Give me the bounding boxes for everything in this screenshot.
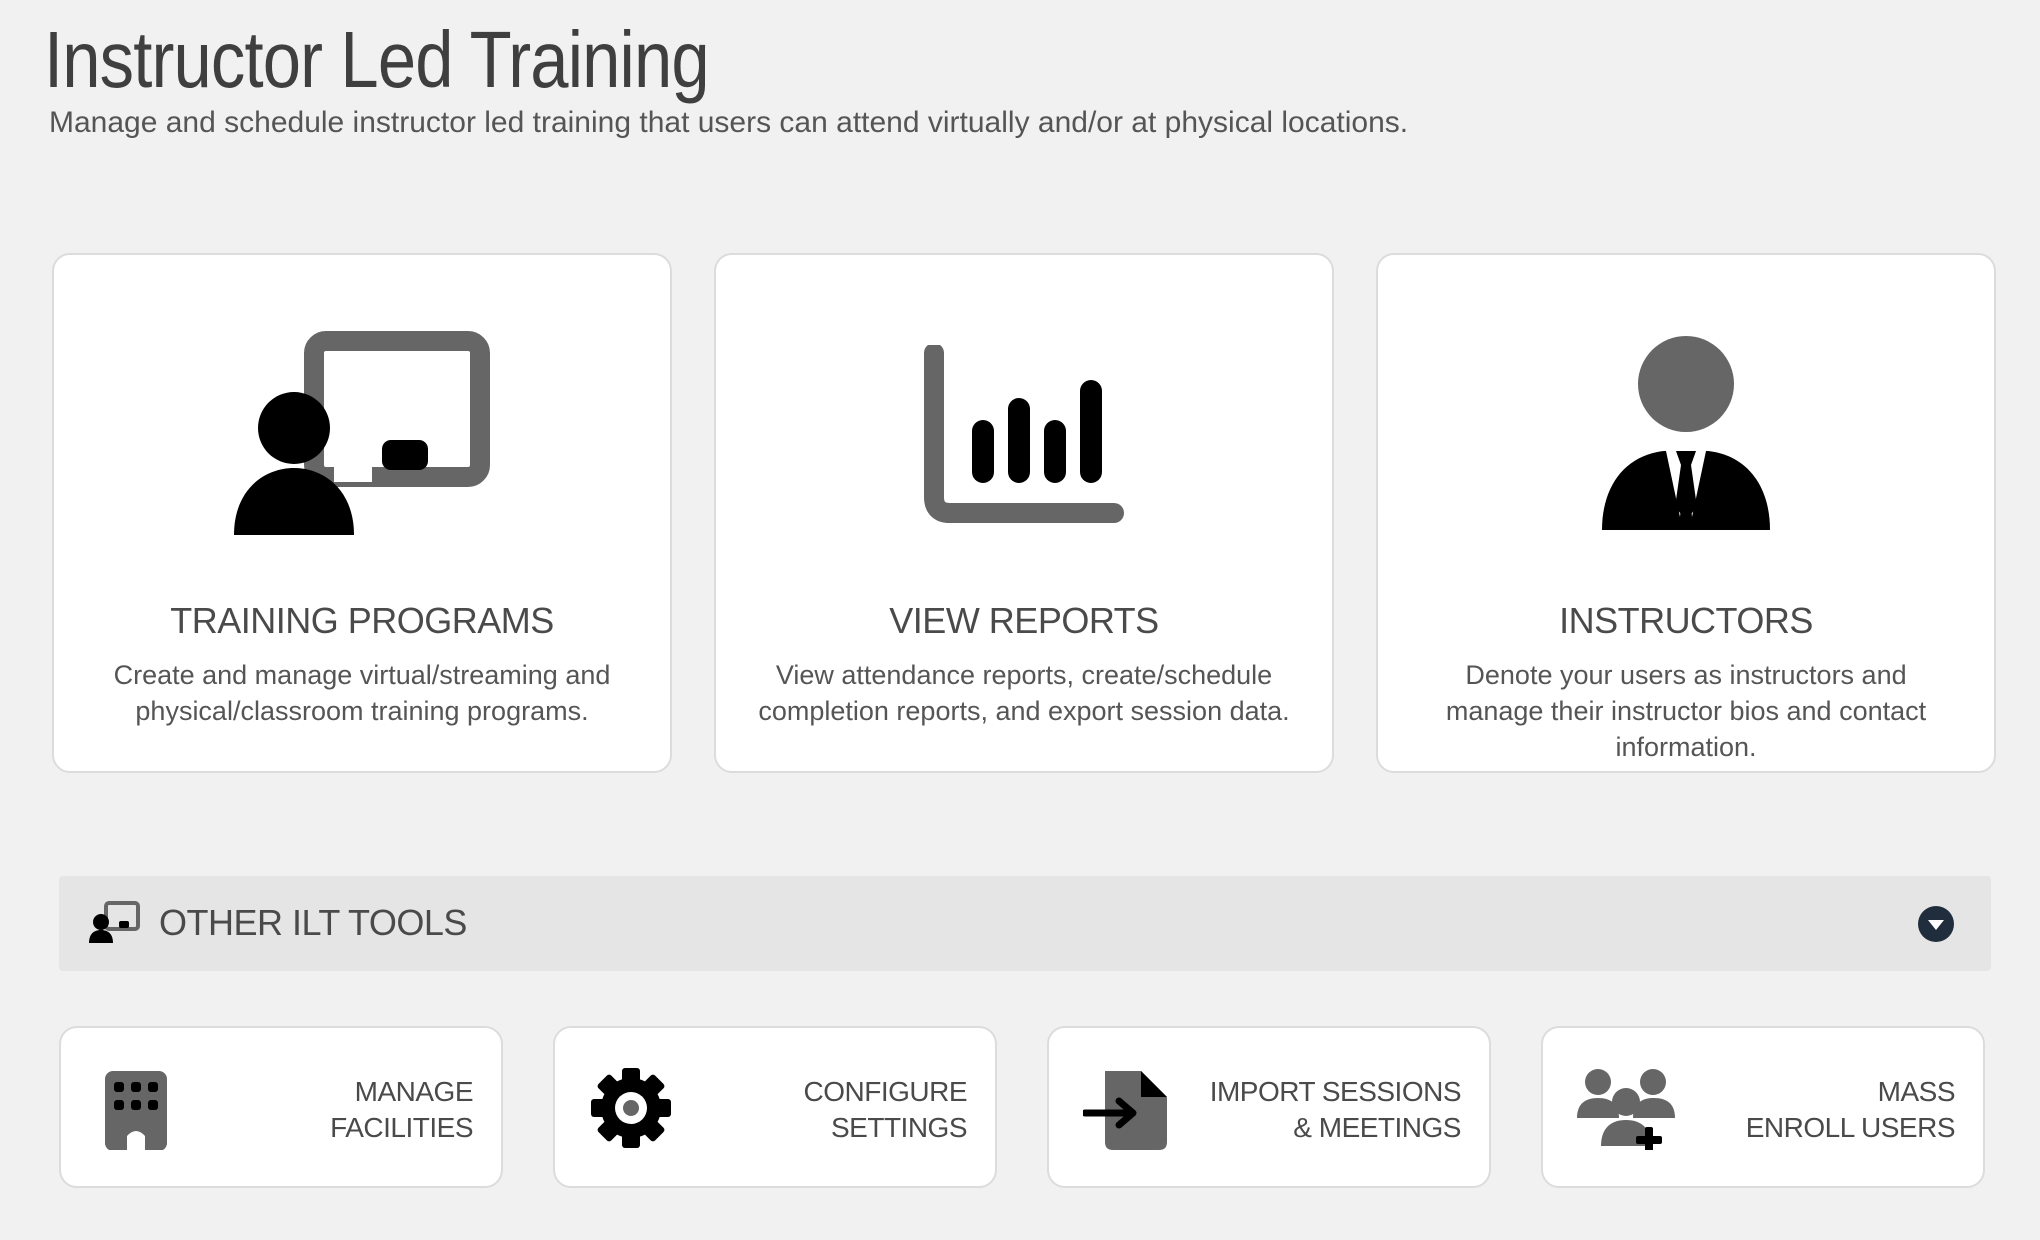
tool-label: IMPORT SESSIONS & MEETINGS [1209,1076,1462,1143]
configure-settings-button[interactable]: CONFIGURE SETTINGS [553,1026,997,1188]
main-cards: TRAINING PROGRAMS Create and manage virt… [52,253,1996,773]
page-subtitle: Manage and schedule instructor led train… [49,106,1409,139]
instructors-card[interactable]: INSTRUCTORS Denote your users as instruc… [1376,253,1996,773]
chevron-down-circle-icon[interactable] [1918,906,1954,942]
file-import-icon [1081,1066,1169,1155]
card-description: View attendance reports, create/schedule… [758,660,1290,726]
tool-label: MASS ENROLL USERS [1745,1076,1956,1143]
card-title: VIEW REPORTS [889,600,1159,641]
users-plus-icon [1577,1066,1681,1155]
tools-grid: MANAGE FACILITIES CONFIGURE SETTINGS IMP… [59,1026,1985,1188]
card-title: TRAINING PROGRAMS [170,600,554,641]
gear-icon [589,1066,673,1155]
page-title: Instructor Led Training [44,15,710,104]
user-tie-icon [1378,330,1994,540]
mass-enroll-users-button[interactable]: MASS ENROLL USERS [1541,1026,1985,1188]
import-sessions-button[interactable]: IMPORT SESSIONS & MEETINGS [1047,1026,1491,1188]
view-reports-card[interactable]: VIEW REPORTS View attendance reports, cr… [714,253,1334,773]
card-description: Create and manage virtual/streaming and … [113,660,611,726]
manage-facilities-button[interactable]: MANAGE FACILITIES [59,1026,503,1188]
building-icon [95,1066,175,1155]
card-title: INSTRUCTORS [1559,600,1813,641]
tool-label: MANAGE FACILITIES [330,1076,473,1143]
section-title: OTHER ILT TOOLS [159,902,467,943]
other-ilt-tools-toggle[interactable]: OTHER ILT TOOLS [59,876,1991,971]
card-description: Denote your users as instructors and man… [1445,660,1927,762]
chart-bar-icon [716,330,1332,540]
chalkboard-teacher-icon [89,900,141,949]
training-programs-card[interactable]: TRAINING PROGRAMS Create and manage virt… [52,253,672,773]
tool-label: CONFIGURE SETTINGS [803,1076,968,1143]
chalkboard-teacher-icon [54,330,670,540]
